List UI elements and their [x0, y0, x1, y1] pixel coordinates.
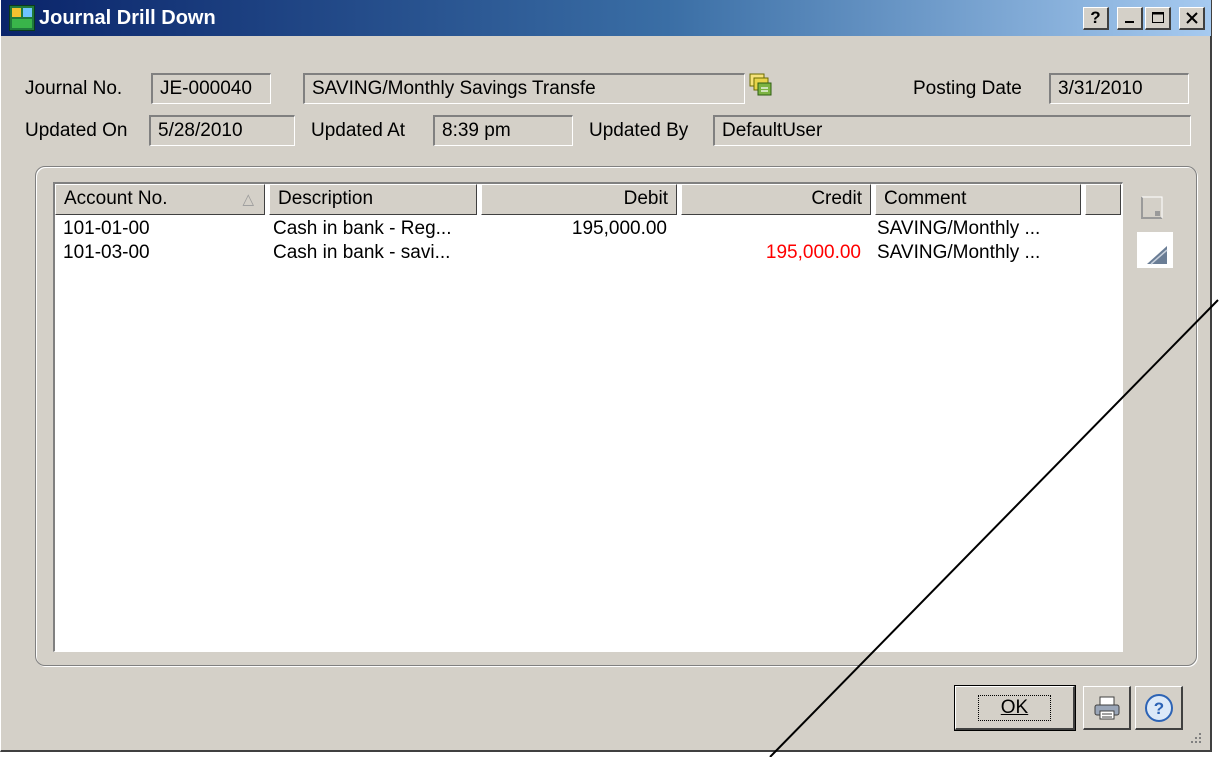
annotation-line: [769, 299, 1219, 757]
